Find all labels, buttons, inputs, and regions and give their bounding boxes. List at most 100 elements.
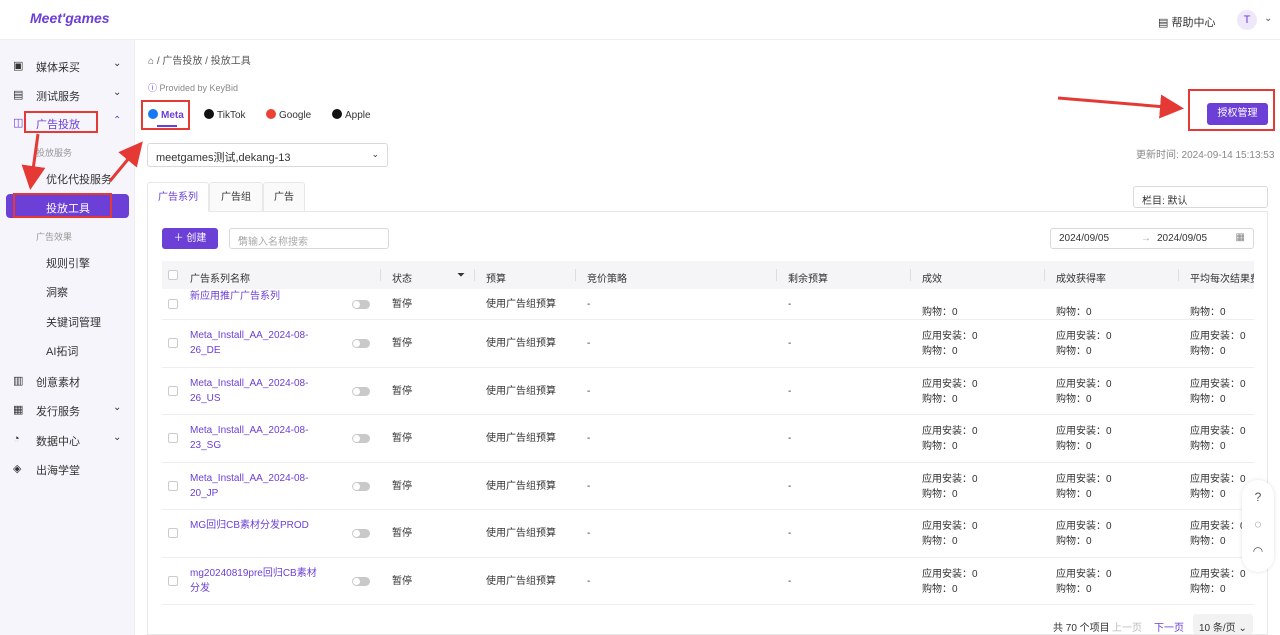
- sidebar-item-testing[interactable]: ▤ 测试服务 ⌄: [0, 84, 135, 106]
- header-cost-per-result[interactable]: 平均每次结果费: [1190, 270, 1254, 285]
- campaign-name-link[interactable]: mg20240819pre回归CB素材分发: [190, 566, 320, 596]
- tab-apple[interactable]: Apple: [332, 109, 371, 121]
- table-row[interactable]: Meta_Install_AA_2024-08-23_SG 暂停 使用广告组预算…: [162, 415, 1254, 463]
- status-toggle[interactable]: [352, 577, 370, 586]
- document-icon: ▤: [1158, 17, 1172, 29]
- annotation-box: [141, 100, 190, 130]
- status-toggle[interactable]: [352, 434, 370, 443]
- sidebar-item-academy[interactable]: ◈ 出海学堂: [0, 458, 135, 480]
- row-checkbox[interactable]: [168, 576, 178, 586]
- sidebar-item-creative[interactable]: ▥ 创意素材: [0, 370, 135, 392]
- campaign-name-link[interactable]: Meta_Install_AA_2024-08-23_SG: [190, 423, 320, 453]
- sidebar-group-effect: 广告效果: [36, 232, 73, 242]
- results-install: 应用安装：0: [922, 379, 978, 390]
- header-budget[interactable]: 预算: [486, 270, 506, 285]
- status-toggle[interactable]: [352, 339, 370, 348]
- columns-select[interactable]: 栏目: 默认 ⌄: [1133, 186, 1268, 208]
- date-range-picker[interactable]: 2024/09/05 → 2024/09/05 ▦: [1050, 228, 1254, 249]
- media-icon: ▣: [13, 60, 24, 72]
- sidebar-item-optimize[interactable]: 优化代投服务: [46, 171, 112, 187]
- table-row[interactable]: 新应用推广广告系列 暂停 使用广告组预算 - - 购物：0 购物：0 购物：0: [162, 289, 1254, 320]
- sidebar-item-media-buying[interactable]: ▣ 媒体采买 ⌄: [0, 55, 135, 77]
- rate-install: 应用安装：0: [1056, 426, 1112, 437]
- sidebar-item-keywords[interactable]: 关键词管理: [46, 314, 101, 330]
- status-toggle[interactable]: [352, 387, 370, 396]
- header-bid-strategy[interactable]: 竞价策略: [587, 270, 627, 285]
- rate-purchase: 购物：0: [1056, 489, 1092, 500]
- rate-purchase: 购物：0: [1056, 307, 1092, 318]
- results-purchase: 购物：0: [922, 394, 958, 405]
- date-start[interactable]: 2024/09/05: [1059, 233, 1109, 244]
- chevron-down-icon[interactable]: ⌄: [1264, 13, 1272, 24]
- header-status[interactable]: 状态: [392, 270, 412, 285]
- table-row[interactable]: Meta_Install_AA_2024-08-26_DE 暂停 使用广告组预算…: [162, 320, 1254, 368]
- tab-label: TikTok: [217, 110, 246, 121]
- table-row[interactable]: Meta_Install_AA_2024-08-26_US 暂停 使用广告组预算…: [162, 368, 1254, 415]
- header-remaining-budget[interactable]: 剩余预算: [788, 270, 828, 285]
- tab-ads[interactable]: 广告: [263, 182, 305, 212]
- chevron-up-icon: ⌃: [113, 115, 122, 126]
- campaign-name-link[interactable]: MG回归CB素材分发PROD: [190, 518, 320, 533]
- last-updated: 更新时间: 2024-09-14 15:13:53: [1136, 150, 1275, 161]
- column-divider: [1044, 269, 1045, 281]
- remaining-budget-text: -: [788, 433, 792, 444]
- logo[interactable]: Meet'games: [30, 10, 110, 26]
- account-select[interactable]: meetgames测试,dekang-13 ⌄: [147, 143, 388, 167]
- header-result-rate[interactable]: 成效获得率: [1056, 270, 1106, 285]
- help-icon[interactable]: ?: [1245, 484, 1271, 510]
- pagination-prev[interactable]: 上一页: [1112, 619, 1142, 634]
- row-checkbox[interactable]: [168, 481, 178, 491]
- sidebar-item-data-center[interactable]: ◔ 数据中心 ⌄: [0, 429, 135, 451]
- select-all-checkbox[interactable]: [168, 270, 178, 280]
- table-row[interactable]: Meta_Install_AA_2024-08-20_JP 暂停 使用广告组预算…: [162, 463, 1254, 510]
- tab-google[interactable]: Google: [266, 109, 311, 121]
- campaign-name-link[interactable]: Meta_Install_AA_2024-08-20_JP: [190, 471, 320, 501]
- filter-icon[interactable]: ⏷: [457, 270, 465, 281]
- sidebar-item-label: 数据中心: [36, 436, 80, 448]
- cost-purchase: 购物：0: [1190, 584, 1226, 595]
- sidebar-item-publishing[interactable]: ▦ 发行服务 ⌄: [0, 399, 135, 421]
- campaign-name-link[interactable]: Meta_Install_AA_2024-08-26_US: [190, 376, 320, 406]
- avatar[interactable]: T: [1237, 10, 1257, 30]
- support-icon[interactable]: ◠: [1245, 538, 1271, 564]
- tab-adsets[interactable]: 广告组: [209, 182, 263, 212]
- campaign-name-link[interactable]: Meta_Install_AA_2024-08-26_DE: [190, 328, 320, 358]
- bid-strategy-text: -: [587, 338, 591, 349]
- status-toggle[interactable]: [352, 482, 370, 491]
- row-checkbox[interactable]: [168, 528, 178, 538]
- tiktok-icon: [204, 109, 214, 119]
- status-toggle[interactable]: [352, 529, 370, 538]
- status-toggle[interactable]: [352, 300, 370, 309]
- tab-tiktok[interactable]: TikTok: [204, 109, 246, 121]
- row-checkbox[interactable]: [168, 386, 178, 396]
- sidebar-item-rules[interactable]: 规则引擎: [46, 255, 90, 271]
- creative-icon: ▥: [13, 375, 24, 387]
- help-center-label: 帮助中心: [1171, 17, 1216, 29]
- chat-icon[interactable]: ◌: [1245, 511, 1271, 537]
- pagination-next[interactable]: 下一页: [1154, 619, 1184, 634]
- sidebar-item-insight[interactable]: 洞察: [46, 284, 68, 300]
- results-install: 应用安装：0: [922, 569, 978, 580]
- cost-purchase: 购物：0: [1190, 441, 1226, 452]
- page-size-select[interactable]: 10 条/页 ⌄: [1193, 614, 1253, 634]
- tab-campaigns[interactable]: 广告系列: [147, 182, 209, 212]
- date-end[interactable]: 2024/09/05: [1157, 233, 1207, 244]
- row-checkbox[interactable]: [168, 433, 178, 443]
- column-divider: [575, 269, 576, 281]
- header-results[interactable]: 成效: [922, 270, 942, 285]
- cost-purchase: 购物：0: [1190, 346, 1226, 357]
- table-row[interactable]: MG回归CB素材分发PROD 暂停 使用广告组预算 - - 应用安装：0 购物：…: [162, 510, 1254, 558]
- help-center-link[interactable]: ▤ 帮助中心: [1158, 14, 1215, 30]
- sidebar-item-ai-keywords[interactable]: AI拓词: [46, 343, 78, 359]
- results-install: 应用安装：0: [922, 521, 978, 532]
- search-input[interactable]: 请输入名称搜索 ⌕: [229, 228, 389, 249]
- chevron-down-icon: ⌄: [113, 58, 122, 69]
- row-checkbox[interactable]: [168, 299, 178, 309]
- publish-icon: ▦: [13, 404, 24, 416]
- table-row[interactable]: mg20240819pre回归CB素材分发 暂停 使用广告组预算 - - 应用安…: [162, 558, 1254, 605]
- create-button[interactable]: ＋ 创建: [162, 228, 218, 249]
- budget-text: 使用广告组预算: [486, 528, 556, 539]
- header-campaign-name[interactable]: 广告系列名称: [190, 270, 250, 285]
- campaign-name-link[interactable]: 新应用推广广告系列: [190, 289, 320, 304]
- row-checkbox[interactable]: [168, 338, 178, 348]
